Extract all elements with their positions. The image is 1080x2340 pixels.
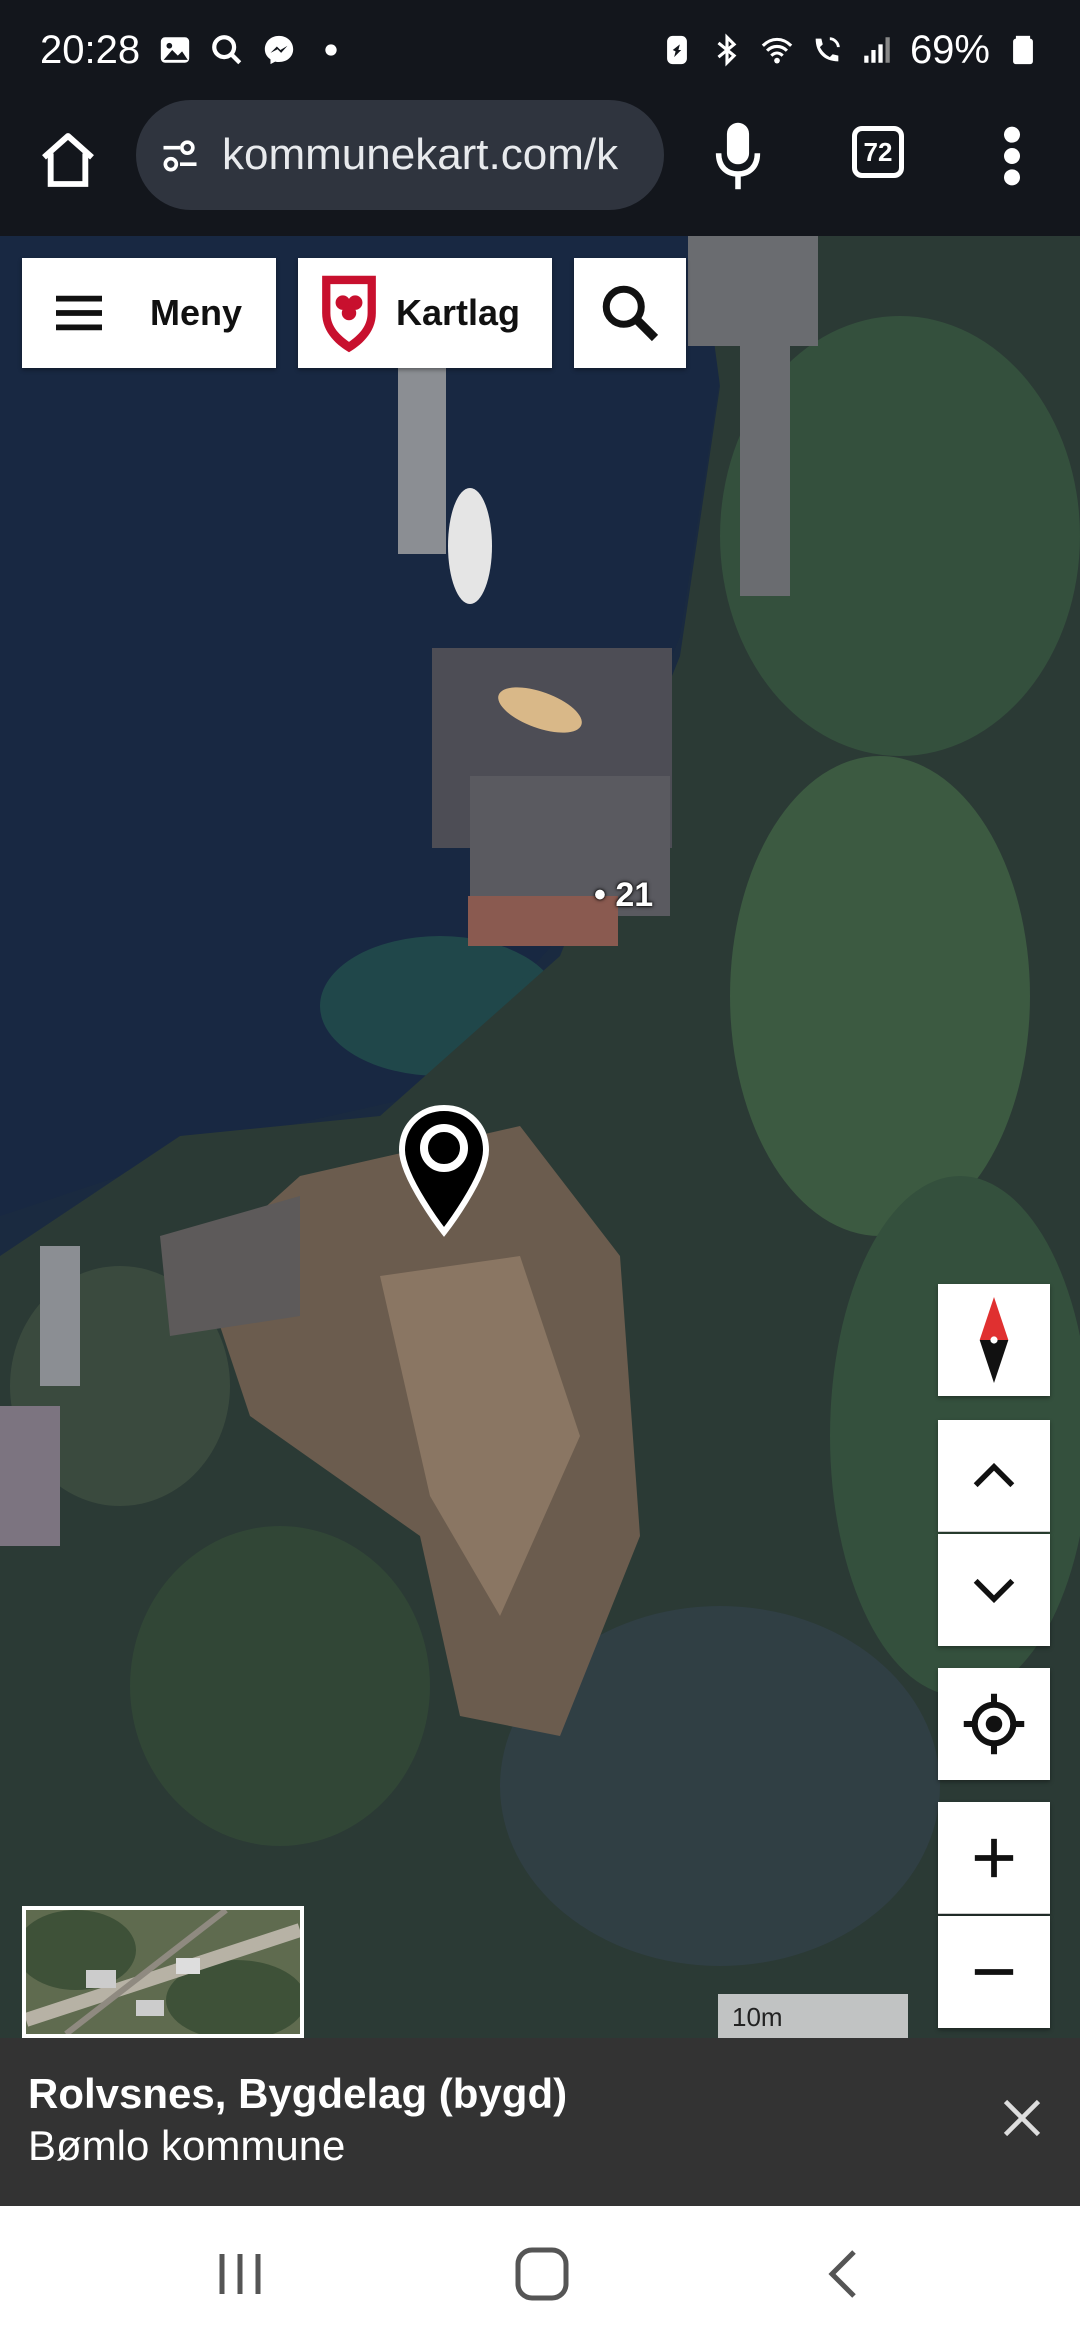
browser-toolbar: kommunekart.com/k 72 xyxy=(0,100,1080,236)
home-icon[interactable] xyxy=(36,128,100,192)
chevron-down-icon xyxy=(973,1578,1015,1603)
plus-icon xyxy=(974,1838,1014,1877)
close-icon[interactable] xyxy=(1000,2096,1044,2140)
more-options-icon[interactable] xyxy=(1000,124,1024,188)
wifi-icon xyxy=(761,37,793,64)
battery-icon xyxy=(1013,35,1033,65)
compass-button[interactable] xyxy=(938,1284,1050,1396)
place-info-panel[interactable]: Rolvsnes, Bygdelag (bygd) Bømlo kommune xyxy=(0,2038,1080,2206)
address-bar[interactable]: kommunekart.com/k xyxy=(136,100,664,210)
signal-icon xyxy=(864,37,890,63)
map-layers-label: Kartlag xyxy=(396,292,521,333)
address-label: • 21 xyxy=(594,876,654,914)
minus-icon xyxy=(974,1969,1014,1975)
hamburger-icon xyxy=(56,295,102,331)
municipality-crest-icon xyxy=(322,275,376,353)
zoom-out-button[interactable] xyxy=(938,1916,1050,2028)
map-layers-button[interactable]: Kartlag xyxy=(298,258,552,368)
locate-icon xyxy=(963,1693,1025,1755)
tilt-down-button[interactable] xyxy=(938,1534,1050,1646)
battery-percent: 69% xyxy=(909,27,990,72)
location-pin-icon[interactable] xyxy=(398,1104,490,1238)
tilt-up-button[interactable] xyxy=(938,1420,1050,1532)
status-right: 69% xyxy=(660,28,1040,73)
my-location-button[interactable] xyxy=(938,1668,1050,1780)
zoom-in-button[interactable] xyxy=(938,1802,1050,1914)
minimap-toggle[interactable] xyxy=(22,1906,304,2038)
bluetooth-icon xyxy=(717,33,737,67)
place-subtitle: Bømlo kommune xyxy=(28,2122,346,2169)
system-navigation-bar xyxy=(0,2206,1080,2340)
place-title: Rolvsnes, Bygdelag (bygd) xyxy=(28,2070,568,2117)
chevron-up-icon xyxy=(973,1462,1015,1487)
url-text[interactable]: kommunekart.com/k xyxy=(222,130,618,180)
menu-label: Meny xyxy=(150,292,243,333)
search-button[interactable] xyxy=(574,258,686,368)
scale-bar: 10m xyxy=(718,1994,908,2038)
status-bar: 20:28 69% xyxy=(0,0,1080,100)
battery-saver-icon xyxy=(667,35,687,65)
status-time: 20:28 xyxy=(40,27,141,72)
menu-button[interactable]: Meny xyxy=(22,258,276,368)
search-icon xyxy=(602,285,659,342)
dot-icon xyxy=(325,44,337,56)
map-view[interactable]: Meny Kartlag • 21 10m xyxy=(0,236,1080,2038)
recent-apps-icon[interactable] xyxy=(210,2246,270,2302)
compass-icon xyxy=(979,1297,1009,1383)
site-settings-icon[interactable] xyxy=(158,133,202,177)
back-icon[interactable] xyxy=(814,2246,874,2302)
microphone-icon[interactable] xyxy=(712,120,764,192)
gallery-icon xyxy=(160,37,190,63)
home-nav-icon[interactable] xyxy=(512,2246,572,2302)
tab-switcher-button[interactable]: 72 xyxy=(852,126,904,178)
messenger-icon xyxy=(264,35,294,65)
status-left: 20:28 xyxy=(40,28,348,73)
search-icon xyxy=(212,35,242,65)
minimap-thumbnail[interactable] xyxy=(26,1910,300,2034)
wifi-calling-icon xyxy=(815,37,840,62)
satellite-imagery[interactable] xyxy=(0,236,1080,2038)
